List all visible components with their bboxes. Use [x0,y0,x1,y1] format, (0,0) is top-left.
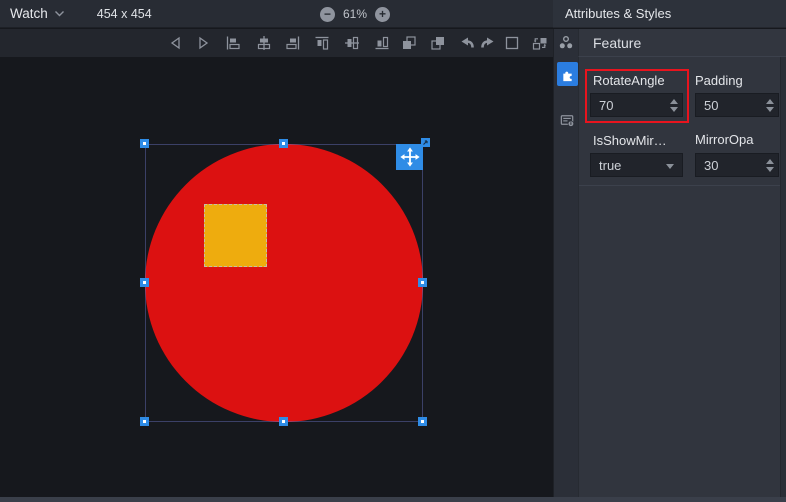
feature-section-title: Feature [593,35,641,51]
style-info-icon [559,112,576,129]
swap-order-icon [531,34,549,52]
tab-feature[interactable] [557,62,578,86]
device-selector-label[interactable]: Watch [10,6,48,21]
align-top-icon [313,34,331,52]
spinner-up-icon[interactable] [766,159,774,164]
selection-handle-top-right[interactable] [421,138,430,147]
send-backward-icon [429,34,447,52]
zoom-controls: − 61% + [320,0,390,28]
spinner-up-icon[interactable] [670,99,678,104]
selection-handle-middle-right[interactable] [418,278,427,287]
align-left-button[interactable] [224,34,242,52]
align-center-horizontal-button[interactable] [255,34,273,52]
padding-spinner[interactable] [765,99,775,112]
selection-handle-top-center[interactable] [279,139,288,148]
move-selection-button[interactable] [396,144,423,170]
align-center-horizontal-icon [255,34,273,52]
attributes-styles-header: Attributes & Styles [553,0,786,28]
mirroropa-spinner[interactable] [765,159,775,172]
selection-handle-top-left[interactable] [140,139,149,148]
selection-handle-bottom-left[interactable] [140,417,149,426]
redo-button[interactable] [479,34,497,52]
red-circle-shape[interactable] [145,144,423,422]
puzzle-icon [560,67,575,82]
play-left-button[interactable] [167,34,185,52]
resize-arrow-icon [422,139,429,146]
swap-order-button[interactable] [531,34,549,52]
zoom-out-button[interactable]: − [320,7,335,22]
marquee-icon [503,34,521,52]
spinner-down-icon[interactable] [670,107,678,112]
marquee-button[interactable] [503,34,521,52]
align-right-button[interactable] [284,34,302,52]
zoom-in-button[interactable]: + [375,7,390,22]
bottom-status-strip [0,497,786,502]
align-middle-vertical-icon [343,34,361,52]
dropdown-caret-icon [666,164,674,169]
play-right-icon [194,34,212,52]
chevron-down-icon[interactable] [54,10,65,17]
field-label-padding: Padding [695,73,743,88]
undo-icon [458,34,476,52]
design-canvas[interactable] [0,57,553,497]
play-right-button[interactable] [194,34,212,52]
group-icon [557,34,575,52]
bring-forward-button[interactable] [400,34,418,52]
move-icon [399,146,421,168]
tab-style-info[interactable] [557,110,578,130]
align-middle-vertical-button[interactable] [343,34,361,52]
align-bottom-button[interactable] [373,34,391,52]
isshowmirror-dropdown[interactable]: true [590,153,683,177]
field-label-isshowmirror: IsShowMir… [593,133,667,148]
bring-forward-icon [400,34,418,52]
canvas-size-label: 454 x 454 [97,7,152,21]
rotateangle-spinner[interactable] [669,99,679,112]
align-top-button[interactable] [313,34,331,52]
redo-icon [479,34,497,52]
attributes-styles-title: Attributes & Styles [565,6,671,21]
selection-handle-bottom-right[interactable] [418,417,427,426]
field-label-rotateangle: RotateAngle [593,73,665,88]
panel-separator [579,185,781,186]
send-backward-button[interactable] [429,34,447,52]
field-label-mirroropa: MirrorOpa [695,132,754,147]
orange-square-shape[interactable] [204,204,267,267]
spinner-up-icon[interactable] [766,99,774,104]
play-left-icon [167,34,185,52]
align-bottom-icon [373,34,391,52]
align-right-icon [284,34,302,52]
selection-handle-bottom-center[interactable] [279,417,288,426]
feature-section-header: Feature [578,29,786,57]
selection-handle-middle-left[interactable] [140,278,149,287]
group-cell[interactable] [553,29,578,57]
spinner-down-icon[interactable] [766,107,774,112]
toolbar [0,29,553,57]
panel-tab-column [553,57,578,497]
attributes-panel: RotateAngle Padding IsShowMir… true Mirr… [578,57,786,497]
top-bar: Watch 454 x 454 [0,0,553,28]
panel-scrollbar[interactable] [780,57,786,497]
undo-button[interactable] [458,34,476,52]
spinner-down-icon[interactable] [766,167,774,172]
zoom-level-label: 61% [343,7,367,21]
align-left-icon [224,34,242,52]
isshowmirror-value: true [599,158,621,173]
